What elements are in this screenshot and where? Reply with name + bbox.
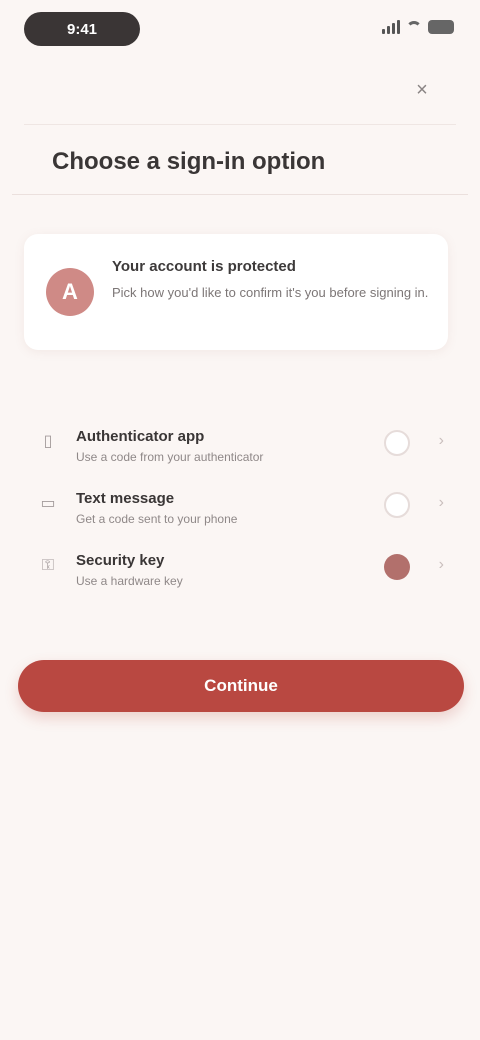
option-title: Authenticator app [76,428,205,445]
option-title: Text message [76,490,175,507]
header-divider [24,124,456,125]
info-card-text: Your account is protected Pick how you'd… [112,258,430,303]
status-icons [382,20,454,34]
chevron-right-icon: › [438,432,444,449]
signal-icon [382,20,400,34]
option-row-security-key[interactable]: ⚿ Security key Use a hardware key › [24,534,448,596]
wifi-icon [406,21,422,33]
info-card-description: Pick how you'd like to confirm it's you … [112,285,429,300]
avatar: A [46,268,94,316]
info-card-title: Your account is protected [112,258,296,275]
option-row-authenticator[interactable]: ▯ Authenticator app Use a code from your… [24,410,448,472]
chevron-right-icon: › [438,494,444,511]
status-time: 9:41 [24,12,140,46]
title-divider [12,194,468,195]
options-list: ▯ Authenticator app Use a code from your… [24,410,448,596]
option-row-text[interactable]: ▭ Text message Get a code sent to your p… [24,472,448,534]
app-screen: 9:41 × Choose a sign-in option A Your ac… [0,0,480,1040]
option-subtitle: Use a hardware key [76,574,183,588]
option-radio[interactable] [384,430,410,456]
phone-icon: ▯ [43,433,53,450]
option-radio-selected[interactable] [384,554,410,580]
option-title: Security key [76,552,165,569]
status-bar: 9:41 [0,0,480,64]
header: × Choose a sign-in option [0,64,480,210]
key-icon: ⚿ [41,557,55,574]
option-subtitle: Get a code sent to your phone [76,512,238,526]
chevron-right-icon: › [438,556,444,573]
option-radio[interactable] [384,492,410,518]
message-icon: ▭ [40,495,56,512]
battery-icon [428,20,454,34]
option-subtitle: Use a code from your authenticator [76,450,264,464]
page-title: Choose a sign-in option [52,148,326,175]
continue-button[interactable]: Continue [18,660,464,712]
close-button[interactable]: × [408,76,436,104]
info-card: A Your account is protected Pick how you… [24,234,448,350]
